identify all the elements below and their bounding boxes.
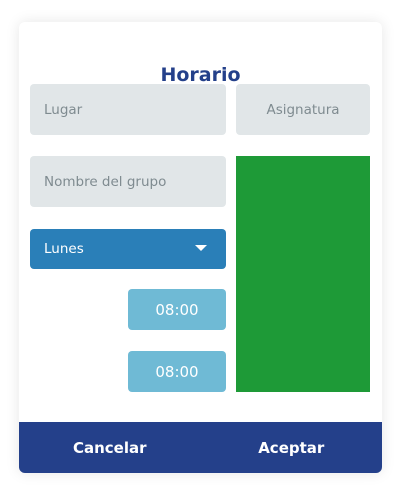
- group-name-input[interactable]: Nombre del grupo: [30, 156, 226, 207]
- caret-down-icon: [195, 245, 207, 251]
- accept-button[interactable]: Aceptar: [201, 422, 383, 473]
- start-time-button[interactable]: 08:00: [128, 289, 226, 330]
- day-select-value: Lunes: [44, 241, 84, 257]
- lugar-input[interactable]: Lugar: [30, 84, 226, 135]
- color-picker-swatch[interactable]: [236, 156, 370, 392]
- day-select[interactable]: Lunes: [30, 229, 226, 269]
- lugar-placeholder: Lugar: [44, 101, 83, 118]
- cancel-label: Cancelar: [72, 438, 147, 457]
- dialog-footer: Cancelar Aceptar: [19, 422, 382, 473]
- asignatura-placeholder: Asignatura: [266, 101, 340, 118]
- asignatura-input[interactable]: Asignatura: [236, 84, 370, 135]
- start-time-value: 08:00: [155, 300, 199, 319]
- accept-label: Aceptar: [258, 438, 325, 457]
- end-time-value: 08:00: [155, 362, 199, 381]
- group-name-placeholder: Nombre del grupo: [44, 173, 167, 190]
- dialog-title: Horario: [160, 64, 241, 86]
- end-time-button[interactable]: 08:00: [128, 351, 226, 392]
- cancel-button[interactable]: Cancelar: [19, 422, 201, 473]
